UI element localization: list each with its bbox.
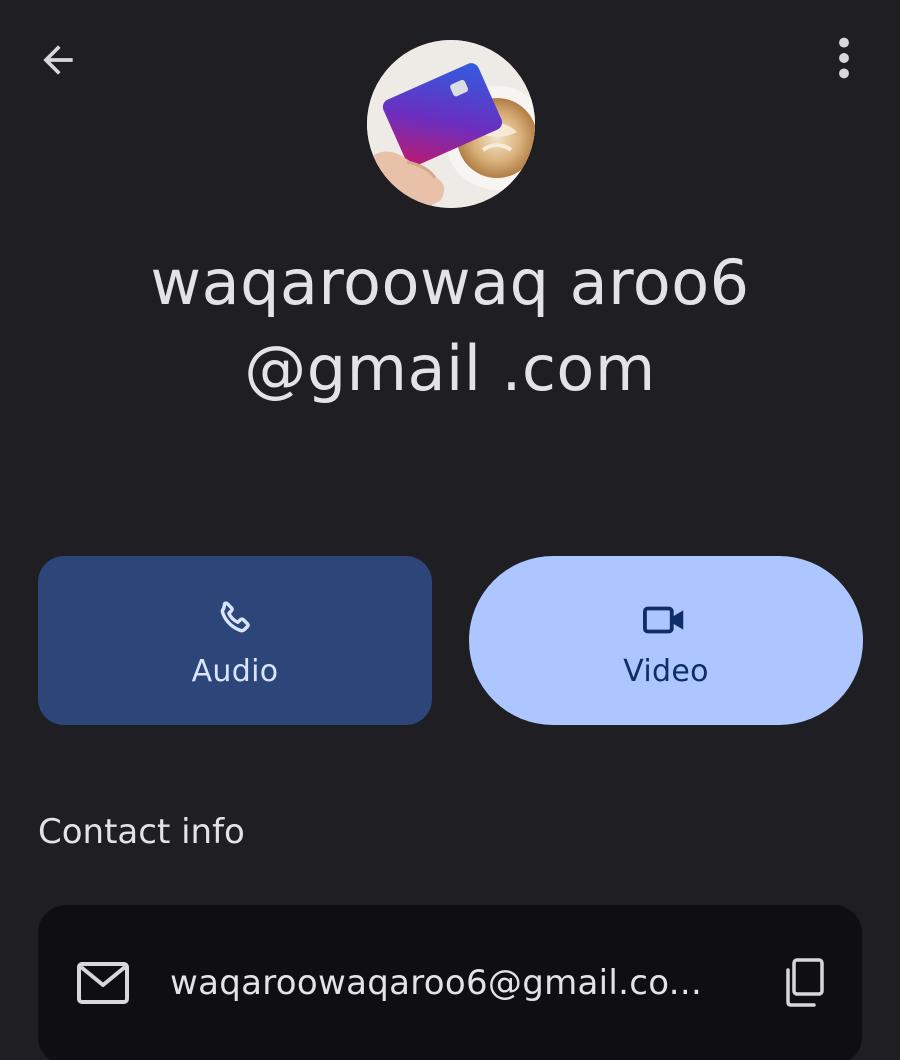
avatar-photo: Revolut: [367, 40, 535, 208]
back-button[interactable]: [30, 32, 86, 88]
audio-label: Audio: [191, 654, 279, 689]
phone-icon: [220, 601, 250, 633]
contact-info-title: Contact info: [38, 812, 245, 852]
video-label: Video: [623, 654, 709, 689]
contact-info-card: waqaroowaqaroo6@gmail.co...: [38, 905, 862, 1060]
video-call-button[interactable]: Video: [469, 556, 863, 725]
contact-detail-screen: Revolut waqaroowaq aroo6@gmail .com Audi…: [0, 0, 900, 1060]
more-vert-icon: [839, 37, 849, 79]
mail-icon: [77, 962, 129, 1004]
email-row[interactable]: waqaroowaqaroo6@gmail.co...: [38, 905, 862, 1060]
arrow-back-icon: [43, 45, 73, 75]
copy-icon: [786, 958, 824, 1007]
contact-name: waqaroowaq aroo6@gmail .com: [150, 246, 750, 405]
email-address: waqaroowaqaroo6@gmail.co...: [170, 963, 703, 1003]
more-options-button[interactable]: [816, 30, 872, 86]
videocam-icon: [643, 606, 684, 634]
copy-email-button[interactable]: [776, 955, 832, 1011]
avatar[interactable]: Revolut: [367, 40, 535, 208]
audio-call-button[interactable]: Audio: [38, 556, 432, 725]
